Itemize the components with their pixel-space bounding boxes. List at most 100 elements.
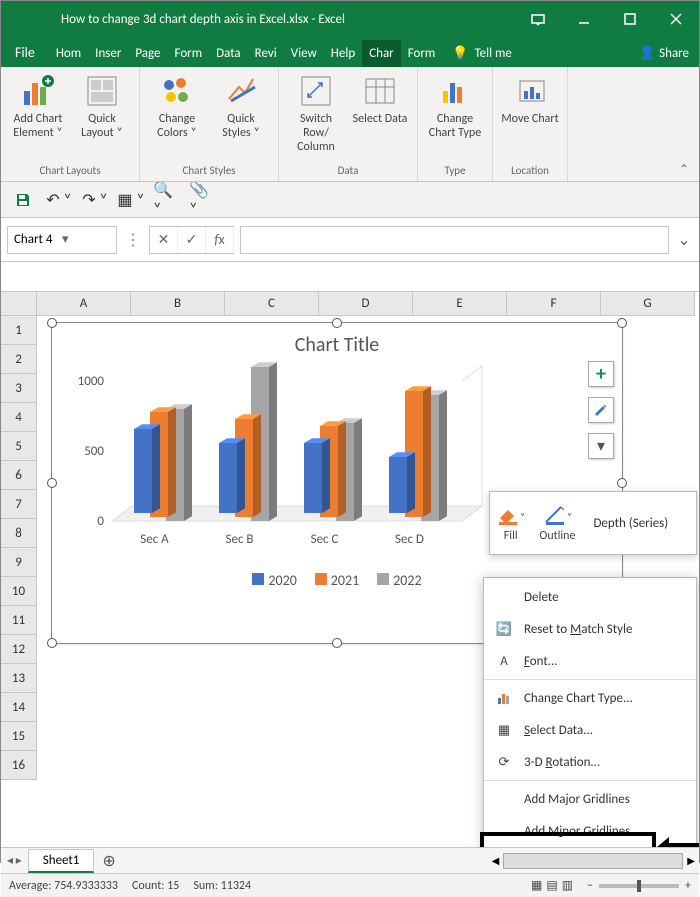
tab-revi[interactable]: Revi — [248, 40, 284, 67]
tab-char[interactable]: Char — [362, 40, 401, 67]
fill-button[interactable]: ˅ Fill — [496, 503, 525, 543]
redo-button[interactable]: ↷ ˅ — [81, 186, 109, 214]
menu-item-d-rotation[interactable]: ⟳3-D Rotation... — [484, 746, 696, 778]
save-button[interactable] — [9, 186, 37, 214]
add-sheet-button[interactable]: ⊕ — [94, 851, 123, 871]
minimize-button[interactable] — [561, 1, 607, 37]
tab-view[interactable]: View — [284, 40, 324, 67]
row-header[interactable]: 6 — [1, 461, 37, 490]
cancel-formula-button[interactable]: ✕ — [150, 227, 178, 253]
move-chart-button[interactable]: Move Chart — [501, 71, 559, 127]
outline-button[interactable]: ˅ Outline — [539, 503, 575, 543]
name-box[interactable]: Chart 4 ▾ — [7, 226, 117, 254]
resize-handle[interactable] — [617, 318, 627, 328]
select-all-button[interactable] — [1, 292, 37, 316]
tab-data[interactable]: Data — [209, 40, 248, 67]
column-header[interactable]: G — [601, 292, 695, 316]
column-header[interactable]: A — [37, 292, 131, 316]
row-header[interactable]: 5 — [1, 432, 37, 461]
sheet-tab-active[interactable]: Sheet1 — [28, 849, 95, 873]
row-header[interactable]: 7 — [1, 490, 37, 519]
column-header[interactable]: B — [131, 292, 225, 316]
close-button[interactable] — [653, 1, 699, 37]
page-layout-view-button[interactable]: ▤ — [546, 878, 557, 893]
horizontal-scrollbar[interactable] — [503, 853, 683, 869]
menu-item-font[interactable]: AFont... — [484, 645, 696, 677]
row-header[interactable]: 14 — [1, 693, 37, 722]
resize-handle[interactable] — [47, 318, 57, 328]
undo-button[interactable]: ↶ ˅ — [45, 186, 73, 214]
insert-function-button[interactable]: fx — [206, 227, 234, 253]
column-header[interactable]: D — [319, 292, 413, 316]
spreadsheet-grid[interactable]: ABCDEFG 12345678910111213141516 Chart Ti… — [1, 292, 699, 847]
chart-filters-button[interactable]: ▾ — [588, 433, 614, 459]
qat-button-2[interactable]: 🔍 ˅ — [153, 186, 181, 214]
chart-plot-area[interactable]: 05001000Sec ASec BSec CSec D — [52, 361, 492, 561]
menu-item-add-major-gridlines[interactable]: Add Major Gridlines — [484, 783, 696, 815]
row-header[interactable]: 3 — [1, 374, 37, 403]
tab-hom[interactable]: Hom — [49, 40, 88, 67]
add-chart-element-button[interactable]: Add Chart Element ˅ — [9, 71, 67, 141]
row-header[interactable]: 9 — [1, 548, 37, 577]
row-header[interactable]: 15 — [1, 722, 37, 751]
row-header[interactable]: 8 — [1, 519, 37, 548]
row-header[interactable]: 2 — [1, 345, 37, 374]
expand-formula-bar-button[interactable]: ⌄ — [675, 230, 693, 250]
row-header[interactable]: 4 — [1, 403, 37, 432]
tab-file[interactable]: File — [1, 38, 49, 67]
tab-form[interactable]: Form — [168, 40, 210, 67]
tab-inser[interactable]: Inser — [88, 40, 128, 67]
column-header[interactable]: E — [413, 292, 507, 316]
quick-styles-button[interactable]: Quick Styles ˅ — [212, 71, 270, 141]
resize-handle[interactable] — [332, 318, 342, 328]
scroll-left-button[interactable]: ◀ — [492, 854, 500, 867]
row-header[interactable]: 10 — [1, 577, 37, 606]
column-header[interactable]: C — [225, 292, 319, 316]
maximize-button[interactable] — [607, 1, 653, 37]
series-selector[interactable]: Depth (Series) — [593, 516, 668, 531]
row-header[interactable]: 1 — [1, 316, 37, 345]
qat-button-3[interactable]: 📎 ˅ — [189, 186, 217, 214]
legend-item[interactable]: 2022 — [377, 572, 421, 589]
change-colors-button[interactable]: Change Colors ˅ — [148, 71, 206, 141]
select-data-button[interactable]: Select Data — [351, 71, 409, 127]
menu-item-delete[interactable]: Delete — [484, 581, 696, 613]
ribbon-display-options-button[interactable] — [515, 1, 561, 37]
column-header[interactable]: F — [507, 292, 601, 316]
menu-item-change-chart-type[interactable]: Change Chart Type... — [484, 682, 696, 714]
tab-help[interactable]: Help — [324, 40, 362, 67]
sheet-nav[interactable]: ◂ ▸ — [1, 853, 28, 868]
formula-input[interactable] — [240, 226, 669, 254]
row-header[interactable]: 12 — [1, 635, 37, 664]
resize-handle[interactable] — [332, 638, 342, 648]
quick-layout-button[interactable]: Quick Layout ˅ — [73, 71, 131, 141]
chart-title[interactable]: Chart Title — [52, 323, 622, 361]
normal-view-button[interactable]: ▦ — [531, 878, 542, 893]
qat-button-1[interactable]: ▦ ˅ — [117, 186, 145, 214]
row-header[interactable]: 16 — [1, 751, 37, 780]
zoom-in-button[interactable]: + — [685, 879, 691, 893]
ribbon-group-label: Location — [511, 162, 549, 179]
chart-elements-button[interactable]: + — [588, 361, 614, 387]
zoom-slider[interactable] — [599, 884, 679, 888]
chart-styles-button[interactable] — [588, 397, 614, 423]
page-break-view-button[interactable]: ▥ — [562, 878, 573, 893]
resize-handle[interactable] — [617, 478, 627, 488]
row-header[interactable]: 13 — [1, 664, 37, 693]
enter-formula-button[interactable]: ✓ — [178, 227, 206, 253]
scroll-right-button[interactable]: ▶ — [687, 854, 695, 867]
row-header[interactable]: 11 — [1, 606, 37, 635]
resize-handle[interactable] — [47, 638, 57, 648]
share-button[interactable]: 👤 Share — [629, 40, 699, 67]
tab-form[interactable]: Form — [401, 40, 443, 67]
tab-page[interactable]: Page — [128, 40, 167, 67]
collapse-ribbon-button[interactable]: ⌃ — [673, 160, 695, 179]
tell-me[interactable]: 💡 Tell me — [442, 40, 522, 67]
switch-row-column-button[interactable]: Switch Row/ Column — [287, 71, 345, 154]
zoom-out-button[interactable]: − — [587, 879, 593, 893]
legend-item[interactable]: 2020 — [252, 572, 296, 589]
menu-item-select-data[interactable]: ▦Select Data... — [484, 714, 696, 746]
menu-item-reset-to-match-style[interactable]: 🔄Reset to Match Style — [484, 613, 696, 645]
legend-item[interactable]: 2021 — [315, 572, 359, 589]
change-chart-type-button[interactable]: Change Chart Type — [426, 71, 484, 141]
